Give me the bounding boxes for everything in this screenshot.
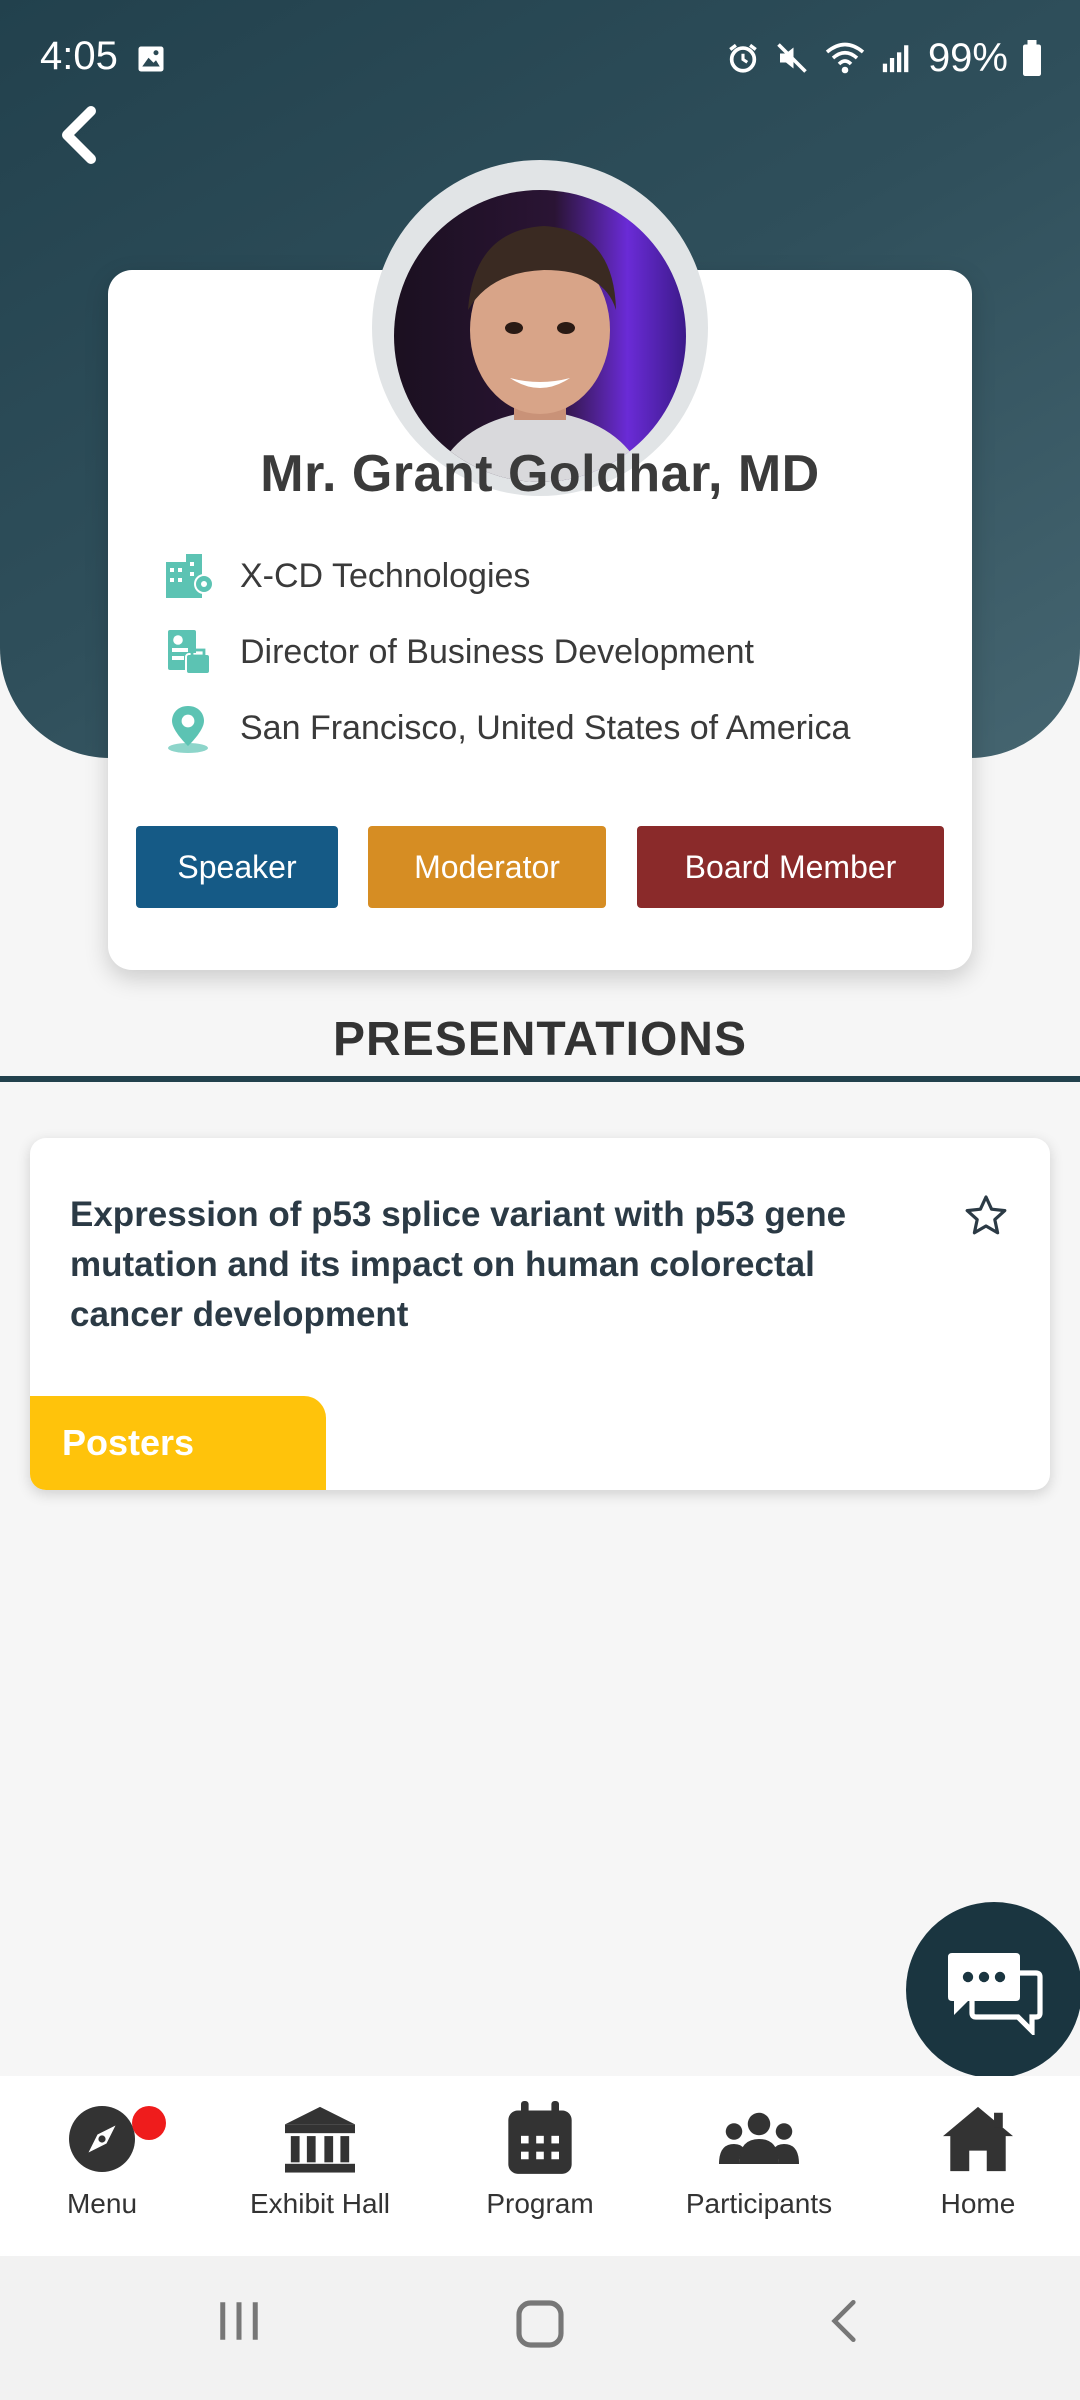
avatar [394,190,686,482]
mute-icon [777,43,807,73]
presentations-heading: PRESENTATIONS [333,1013,747,1066]
nav-program-label: Program [486,2188,594,2219]
home-system-button[interactable] [512,2296,568,2357]
recent-apps-button[interactable] [214,2296,264,2351]
company-row: X-CD Technologies [160,546,530,606]
location-pin-icon [160,700,216,756]
recent-apps-icon [220,2302,258,2340]
presentation-card[interactable]: Expression of p53 splice variant with p5… [30,1138,1050,1490]
alarm-icon [729,43,757,73]
status-icons: 99% [726,34,1042,82]
chat-bubbles-icon [948,1953,1043,2035]
home-icon [878,2096,1078,2182]
presentation-tag-posters[interactable]: Posters [30,1396,326,1490]
battery-percent: 99% [927,35,1008,80]
building-location-icon [160,548,216,604]
nav-home-label: Home [940,2188,1016,2219]
nav-participants[interactable]: Participants [659,2096,859,2246]
company-name: X-CD Technologies [240,556,531,595]
role-badge-moderator[interactable]: Moderator [368,826,606,908]
presentation-title: Expression of p53 splice variant with p5… [70,1195,847,1334]
back-system-button[interactable] [820,2296,870,2351]
people-icon [659,2096,859,2182]
star-icon [965,1195,1007,1235]
job-title: Director of Business Development [240,632,755,671]
profile-name: Mr. Grant Goldhar, MD [260,445,820,503]
role-badge-speaker[interactable]: Speaker [136,826,338,908]
location-row: San Francisco, United States of America [160,698,850,758]
section-divider [0,1076,1080,1082]
back-button[interactable] [44,100,114,170]
chevron-left-icon [62,106,96,164]
nav-program[interactable]: Program [440,2096,640,2246]
nav-home[interactable]: Home [878,2096,1078,2246]
status-time: 4:05 [40,34,118,78]
nav-participants-label: Participants [685,2188,833,2219]
nav-exhibit-hall[interactable]: Exhibit Hall [220,2096,420,2246]
building-icon [220,2096,420,2182]
home-square-icon [516,2300,564,2348]
nav-menu[interactable]: Menu [2,2096,202,2246]
chat-button[interactable] [906,1902,1080,2078]
location-text: San Francisco, United States of America [240,708,851,747]
role-badge-board-member[interactable]: Board Member [637,826,944,908]
status-bar: 4:05 99% [0,0,1080,120]
battery-icon [1023,40,1041,76]
wifi-icon [825,42,865,74]
compass-icon [2,2096,202,2182]
image-icon [138,46,164,72]
favorite-star-button[interactable] [962,1192,1010,1240]
nav-menu-label: Menu [66,2188,138,2219]
nav-exhibit-hall-label: Exhibit Hall [249,2188,391,2219]
chevron-left-icon [831,2299,856,2343]
calendar-icon [440,2096,640,2182]
menu-notification-badge [132,2106,166,2140]
signal-icon [882,45,909,73]
job-title-row: Director of Business Development [160,622,754,682]
system-navigation-bar [0,2256,1080,2400]
briefcase-icon [160,624,216,680]
bottom-navigation: Menu Exhibit Hall Program Participants H… [0,2076,1080,2256]
